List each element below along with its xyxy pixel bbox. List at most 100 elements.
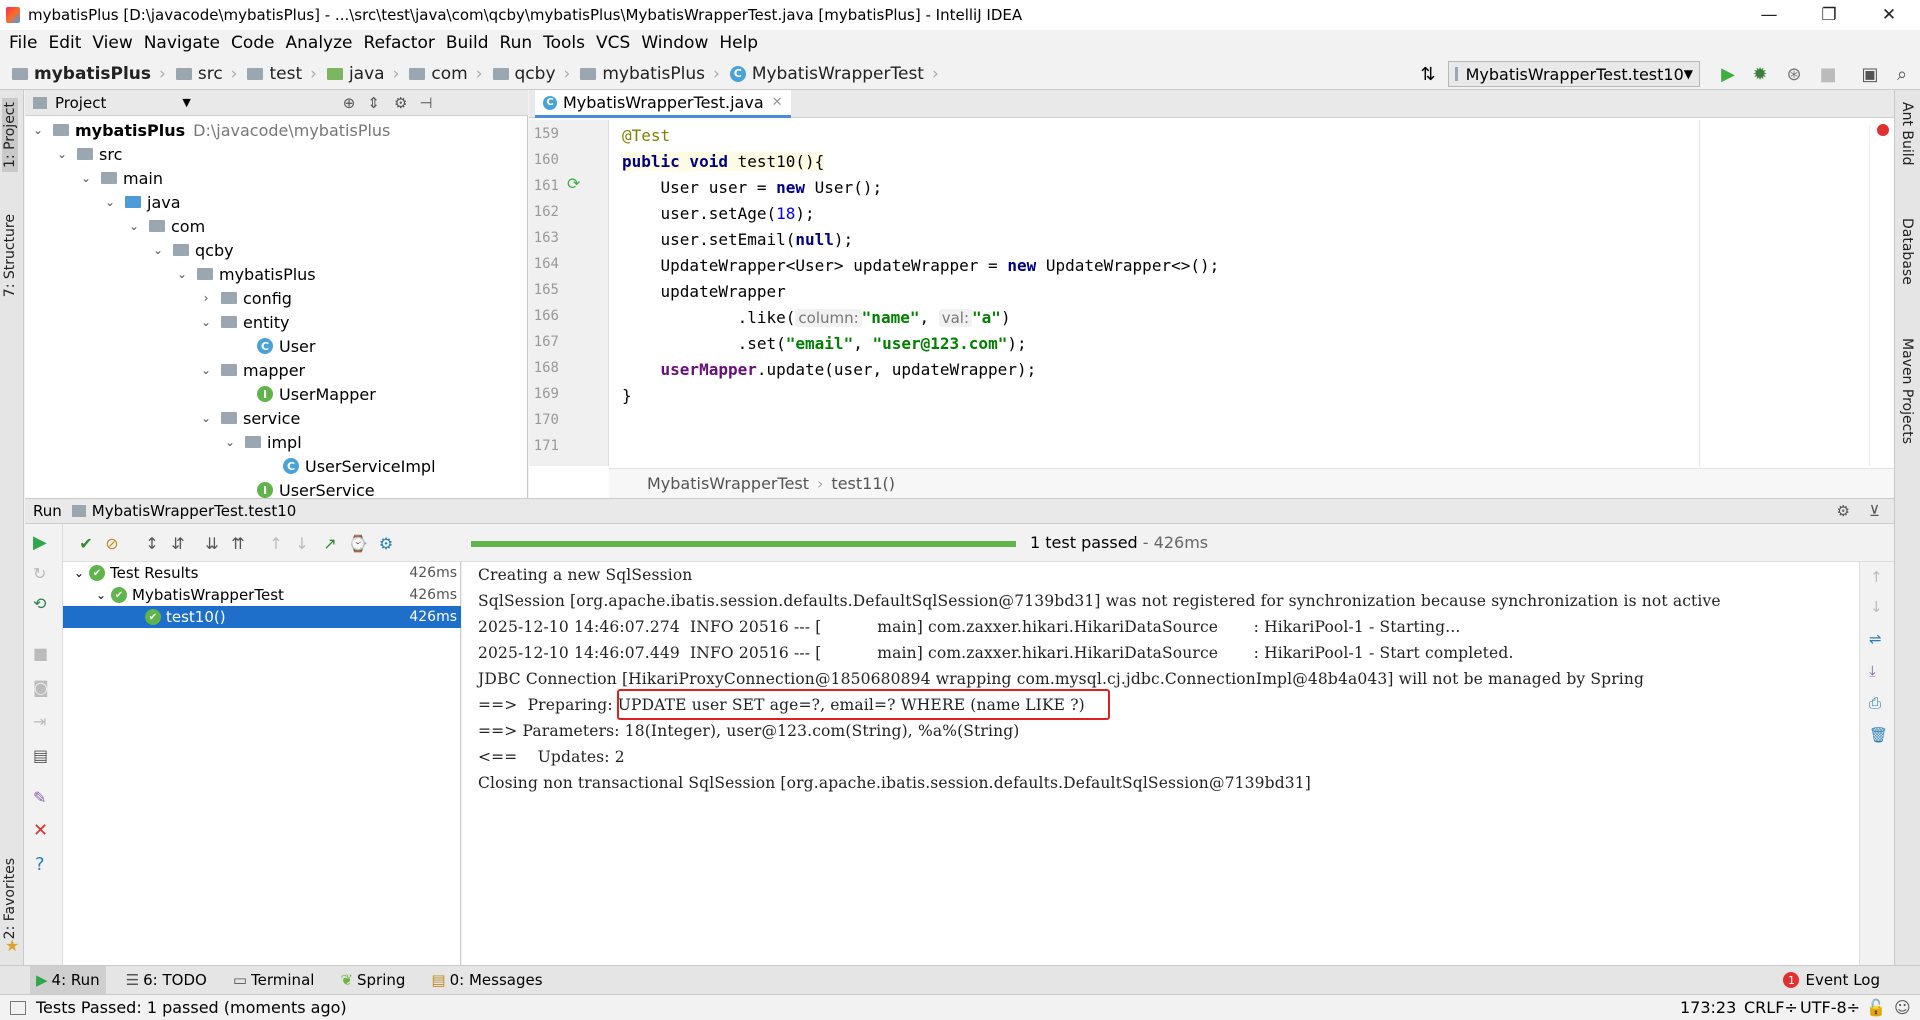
maximize-button[interactable]: ❐: [1800, 0, 1858, 30]
gear-icon[interactable]: ⚙: [394, 94, 407, 112]
tree-item-qcby[interactable]: ⌄ qcby: [151, 238, 234, 262]
inspector-icon[interactable]: ☺: [1894, 998, 1911, 1017]
hide-icon[interactable]: ⊻: [1869, 502, 1880, 520]
line-separator[interactable]: CRLF÷: [1744, 998, 1798, 1017]
soft-wrap-icon[interactable]: ⇌: [1869, 630, 1882, 648]
collapse-all-icon[interactable]: ⇈: [227, 532, 249, 554]
test-node-root[interactable]: ⌄ ✔ Test Results 426ms: [63, 562, 461, 584]
tree-item-java[interactable]: ⌄ java: [103, 190, 181, 214]
hide-icon[interactable]: ⊣: [419, 94, 432, 112]
expand-all-icon[interactable]: ⇊: [201, 532, 223, 554]
tree-item-main[interactable]: ⌄ main: [79, 166, 163, 190]
help-icon[interactable]: ?: [35, 854, 45, 875]
layout-icon[interactable]: ▤: [33, 746, 48, 765]
sort-alpha-icon[interactable]: ↕: [141, 532, 163, 554]
tree-item-config[interactable]: › config: [199, 286, 292, 310]
close-button[interactable]: ✕: [1860, 0, 1918, 30]
tree-item-userserviceimpl[interactable]: C UserServiceImpl: [283, 454, 436, 478]
history-icon[interactable]: ⌚: [347, 532, 369, 554]
file-encoding[interactable]: UTF-8÷: [1800, 998, 1860, 1017]
menu-code[interactable]: Code: [231, 33, 275, 53]
close-tab-icon[interactable]: ✕: [772, 95, 783, 110]
tree-item-mapper[interactable]: ⌄ mapper: [199, 358, 305, 382]
project-structure-icon[interactable]: ▣: [1858, 62, 1882, 86]
crumb-com[interactable]: com ›: [409, 64, 488, 84]
crumb-mybatisplus[interactable]: mybatisPlus ›: [580, 64, 726, 84]
tool-windows-toggle-icon[interactable]: [10, 1000, 26, 1015]
tool-tab-database[interactable]: Database: [1899, 218, 1915, 285]
search-icon[interactable]: ⌕: [1890, 62, 1914, 86]
exit-icon[interactable]: ⇥: [33, 712, 46, 731]
crumb-class[interactable]: C MybatisWrapperTest ›: [729, 64, 945, 84]
export-icon[interactable]: ↗: [319, 532, 341, 554]
run-config-dropdown[interactable]: MybatisWrapperTest.test10 ▼: [1448, 61, 1700, 87]
prev-failed-icon[interactable]: ↑: [265, 532, 287, 554]
tree-item-mybatisplus[interactable]: ⌄ mybatisPlus: [175, 262, 316, 286]
stop-icon[interactable]: ■: [33, 644, 48, 663]
trash-icon[interactable]: 🗑: [1869, 726, 1888, 744]
minimize-button[interactable]: —: [1740, 0, 1798, 30]
chevron-down-icon[interactable]: ▼: [182, 96, 190, 109]
error-indicator-icon[interactable]: [1877, 124, 1889, 136]
menu-file[interactable]: File: [9, 33, 37, 53]
menu-refactor[interactable]: Refactor: [364, 33, 435, 53]
locate-icon[interactable]: ⊕: [343, 94, 356, 112]
tool-tab-project[interactable]: 1: Project: [2, 98, 18, 172]
gear-icon[interactable]: ⚙: [1837, 502, 1850, 520]
editor-tab[interactable]: C MybatisWrapperTest.java ✕: [535, 90, 791, 118]
sort-icon[interactable]: ⇅: [1416, 62, 1440, 86]
up-arrow-icon[interactable]: ↑: [1870, 568, 1883, 586]
tree-item-user[interactable]: C User: [257, 334, 315, 358]
tool-tab-ant-build[interactable]: Ant Build: [1899, 102, 1915, 166]
tree-item-root[interactable]: ⌄ mybatisPlus D:\javacode\mybatisPlus: [31, 118, 390, 142]
tab-messages[interactable]: ▤ 0: Messages: [425, 966, 548, 994]
breadcrumb-class[interactable]: MybatisWrapperTest: [647, 474, 809, 493]
menu-analyze[interactable]: Analyze: [286, 33, 353, 53]
gear-icon[interactable]: ⚙: [375, 532, 397, 554]
tab-run[interactable]: ▶ 4: Run: [30, 966, 106, 994]
close-icon[interactable]: ✕: [33, 820, 48, 841]
tab-spring[interactable]: ❦ Spring: [334, 966, 411, 994]
run-test-gutter-icon[interactable]: ⟳: [567, 174, 580, 193]
rerun-failed-icon[interactable]: ↻: [33, 564, 46, 583]
event-log-button[interactable]: 1 Event Log: [1783, 971, 1880, 989]
collapse-icon[interactable]: ⇕: [367, 94, 380, 112]
crumb-test[interactable]: test ›: [247, 64, 322, 84]
run-config-tab[interactable]: MybatisWrapperTest.test10: [92, 502, 297, 520]
pin-icon[interactable]: ✎: [33, 788, 46, 807]
crumb-project[interactable]: mybatisPlus ›: [12, 64, 172, 84]
toggle-auto-test-icon[interactable]: ⟲: [33, 594, 46, 613]
tree-item-service[interactable]: ⌄ service: [199, 406, 300, 430]
menu-edit[interactable]: Edit: [48, 33, 81, 53]
status-message[interactable]: Tests Passed: 1 passed (moments ago): [36, 998, 347, 1017]
debug-icon[interactable]: ✹: [1748, 62, 1772, 86]
stop-icon[interactable]: ■: [1816, 62, 1840, 86]
down-arrow-icon[interactable]: ↓: [1870, 598, 1883, 616]
console-output[interactable]: Creating a new SqlSession SqlSession [or…: [462, 562, 1859, 965]
scroll-to-end-icon[interactable]: ⤓: [1869, 662, 1876, 680]
test-node-class[interactable]: ⌄ ✔ MybatisWrapperTest 426ms: [63, 584, 461, 606]
test-node-method[interactable]: ✔ test10() 426ms: [63, 606, 461, 628]
tab-todo[interactable]: ☰ 6: TODO: [120, 966, 213, 994]
next-failed-icon[interactable]: ↓: [291, 532, 313, 554]
caret-position[interactable]: 173:23: [1680, 998, 1736, 1017]
show-ignored-icon[interactable]: ⊘: [101, 532, 123, 554]
menu-run[interactable]: Run: [500, 33, 533, 53]
tree-item-com[interactable]: ⌄ com: [127, 214, 205, 238]
print-icon[interactable]: ⎙: [1869, 694, 1881, 712]
tool-tab-favorites[interactable]: 2: Favorites: [2, 858, 18, 939]
tool-tab-maven[interactable]: Maven Projects: [1899, 338, 1915, 444]
menu-help[interactable]: Help: [719, 33, 758, 53]
tool-tab-structure[interactable]: 7: Structure: [2, 214, 18, 297]
camera-icon[interactable]: ◙: [33, 678, 49, 697]
crumb-src[interactable]: src ›: [175, 64, 244, 84]
menu-view[interactable]: View: [92, 33, 132, 53]
show-passed-icon[interactable]: ✔: [75, 532, 97, 554]
menu-vcs[interactable]: VCS: [596, 33, 630, 53]
breadcrumb-method[interactable]: test11(): [831, 474, 895, 493]
lock-icon[interactable]: 🔓: [1866, 998, 1886, 1017]
crumb-qcby[interactable]: qcby ›: [492, 64, 577, 84]
tree-item-impl[interactable]: ⌄ impl: [223, 430, 302, 454]
tree-item-usermapper[interactable]: I UserMapper: [257, 382, 376, 406]
coverage-icon[interactable]: ⊛: [1782, 62, 1806, 86]
